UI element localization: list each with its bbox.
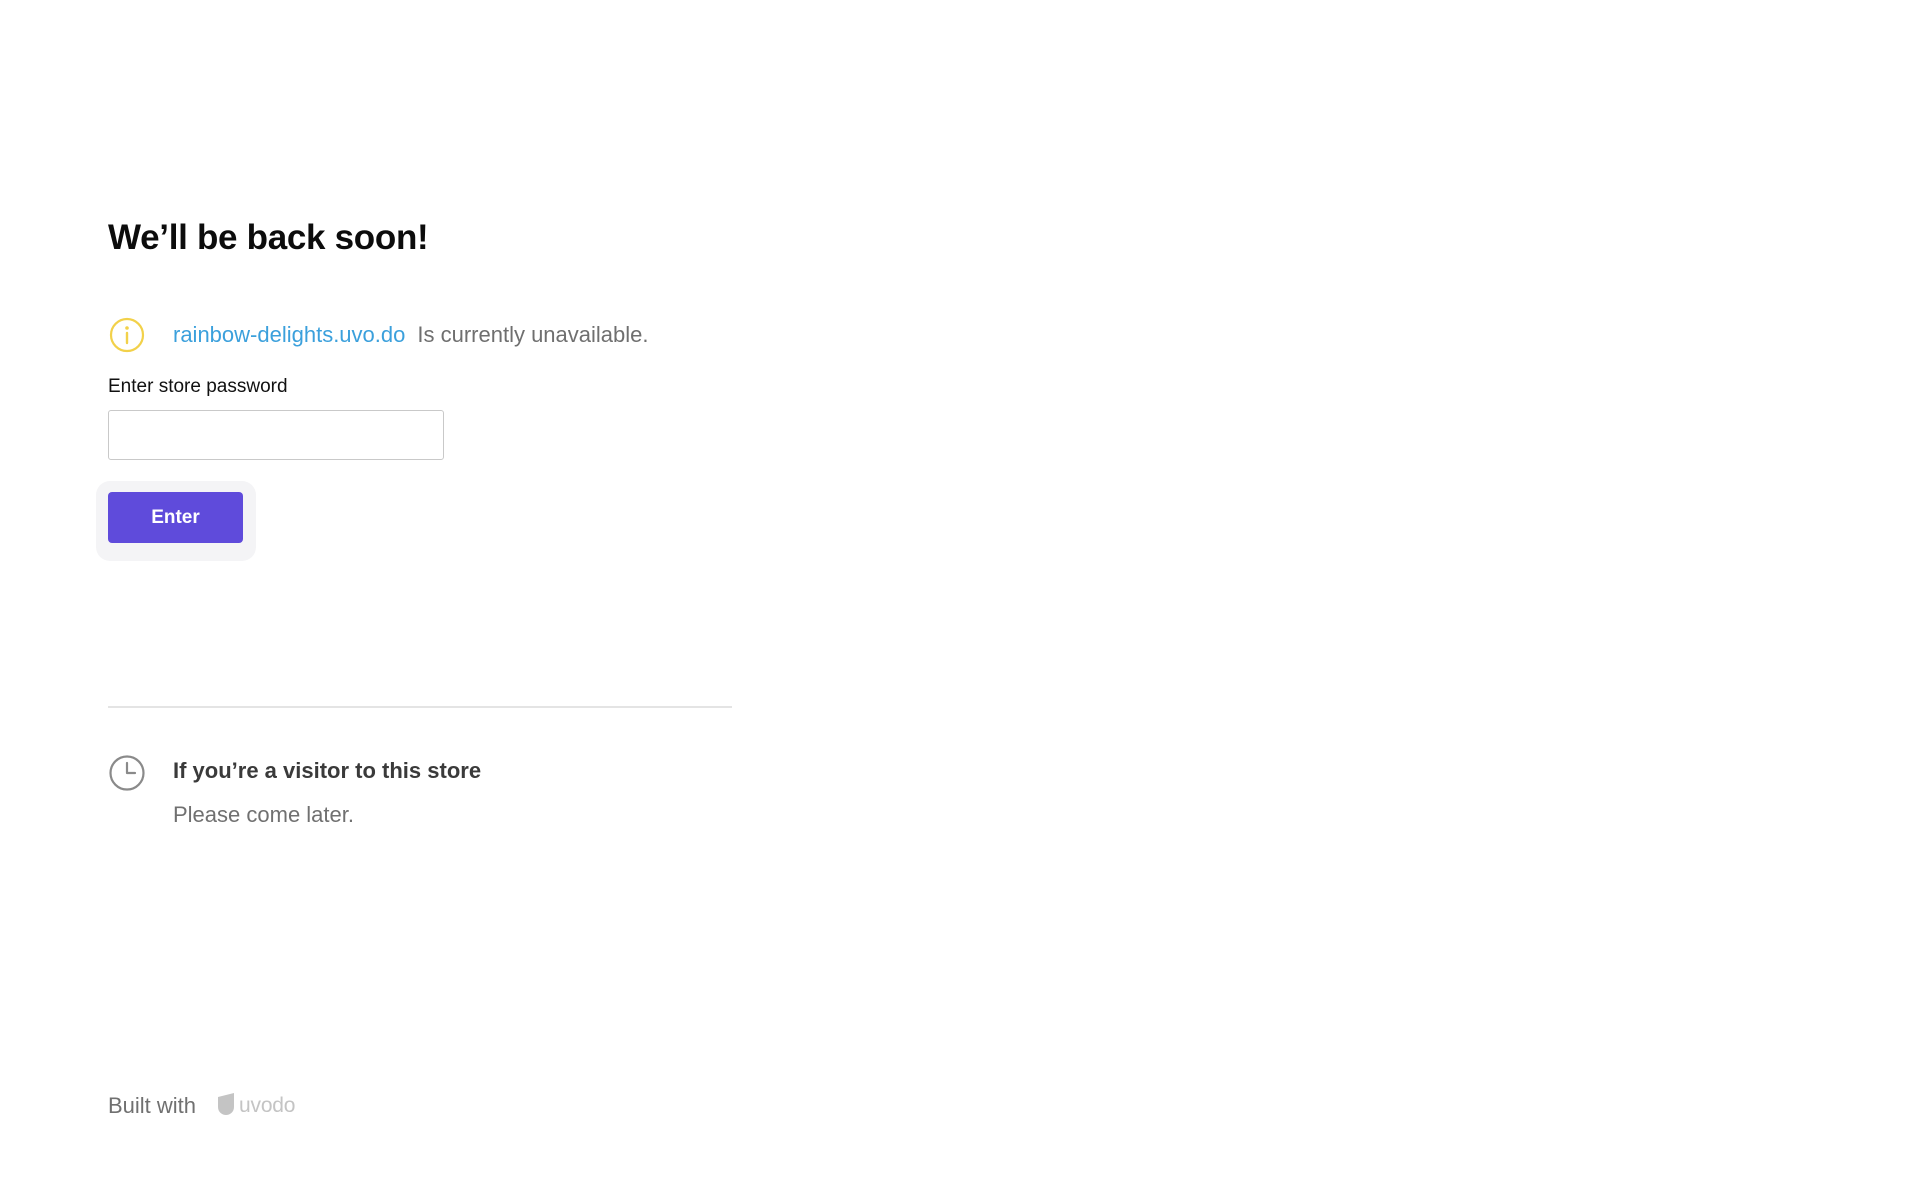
built-with-label: Built with <box>108 1093 197 1118</box>
uvodo-logo-icon <box>216 1092 236 1121</box>
maintenance-page: We’ll be back soon! rainbow-delights.uvo… <box>0 0 1920 1200</box>
footer: Built with uvodo <box>108 1091 295 1121</box>
password-label: Enter store password <box>108 376 288 397</box>
section-divider <box>108 706 732 708</box>
store-unavailable-notice: rainbow-delights.uvo.do Is currently una… <box>108 316 649 354</box>
clock-icon <box>108 754 146 792</box>
store-password-input[interactable] <box>108 410 444 460</box>
visitor-info-title: If you’re a visitor to this store <box>173 758 482 783</box>
store-domain-link[interactable]: rainbow-delights.uvo.do <box>173 322 405 348</box>
info-icon <box>108 316 146 354</box>
visitor-info-text: Please come later. <box>173 802 354 827</box>
page-title: We’ll be back soon! <box>108 218 429 257</box>
uvodo-brand-link[interactable]: uvodo <box>216 1092 295 1121</box>
enter-button[interactable]: Enter <box>108 492 243 543</box>
uvodo-brand-name: uvodo <box>239 1094 296 1117</box>
unavailable-text: Is currently unavailable. <box>417 322 649 347</box>
